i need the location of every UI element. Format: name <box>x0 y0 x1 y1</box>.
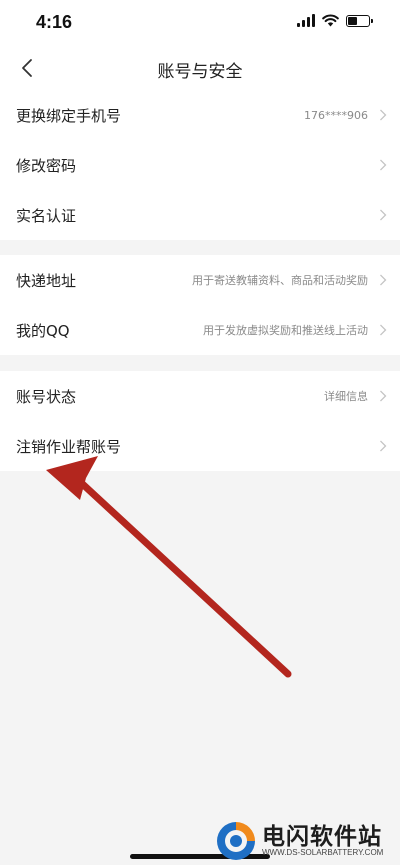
row-my-qq[interactable]: 我的QQ 用于发放虚拟奖励和推送线上活动 <box>0 305 400 355</box>
battery-level <box>348 16 357 25</box>
status-bar: 4:16 <box>0 0 400 46</box>
watermark: 电闪软件站 WWW.DS-SOLARBATTERY.COM <box>200 815 400 865</box>
chevron-right-icon <box>380 209 387 221</box>
row-value: 详细信息 <box>324 390 368 403</box>
row-delivery-address[interactable]: 快递地址 用于寄送教辅资料、商品和活动奖励 <box>0 255 400 305</box>
row-label: 账号状态 <box>16 387 77 406</box>
row-change-phone[interactable]: 更换绑定手机号 176****906 <box>0 90 400 140</box>
status-time: 4:16 <box>36 12 73 32</box>
cellular-signal-icon <box>297 14 315 27</box>
wifi-icon <box>322 14 339 27</box>
chevron-right-icon <box>380 440 387 452</box>
battery-icon <box>346 14 373 27</box>
chevron-right-icon <box>380 109 387 121</box>
row-label: 修改密码 <box>16 156 77 175</box>
row-value: 176****906 <box>304 108 368 122</box>
settings-group-contact: 快递地址 用于寄送教辅资料、商品和活动奖励 我的QQ 用于发放虚拟奖励和推送线上… <box>0 255 400 355</box>
row-value: 用于寄送教辅资料、商品和活动奖励 <box>192 274 368 287</box>
row-label: 快递地址 <box>16 271 77 290</box>
watermark-title: 电闪软件站 <box>262 824 382 850</box>
nav-bar: 账号与安全 <box>0 46 400 90</box>
row-real-name[interactable]: 实名认证 <box>0 190 400 240</box>
row-label: 更换绑定手机号 <box>16 106 122 125</box>
page-title: 账号与安全 <box>157 62 243 82</box>
settings-group-account: 更换绑定手机号 176****906 修改密码 实名认证 <box>0 90 400 240</box>
row-label: 我的QQ <box>16 321 70 340</box>
chevron-right-icon <box>380 390 387 402</box>
settings-group-status: 账号状态 详细信息 注销作业帮账号 <box>0 371 400 471</box>
row-change-password[interactable]: 修改密码 <box>0 140 400 190</box>
row-account-status[interactable]: 账号状态 详细信息 <box>0 371 400 421</box>
chevron-right-icon <box>380 324 387 336</box>
watermark-url: WWW.DS-SOLARBATTERY.COM <box>262 848 384 857</box>
row-label: 注销作业帮账号 <box>16 437 122 456</box>
row-delete-account[interactable]: 注销作业帮账号 <box>0 421 400 471</box>
chevron-right-icon <box>380 159 387 171</box>
row-value: 用于发放虚拟奖励和推送线上活动 <box>203 324 368 337</box>
row-label: 实名认证 <box>16 206 77 225</box>
watermark-logo-icon <box>217 822 255 860</box>
status-icons <box>297 14 373 27</box>
chevron-right-icon <box>380 274 387 286</box>
